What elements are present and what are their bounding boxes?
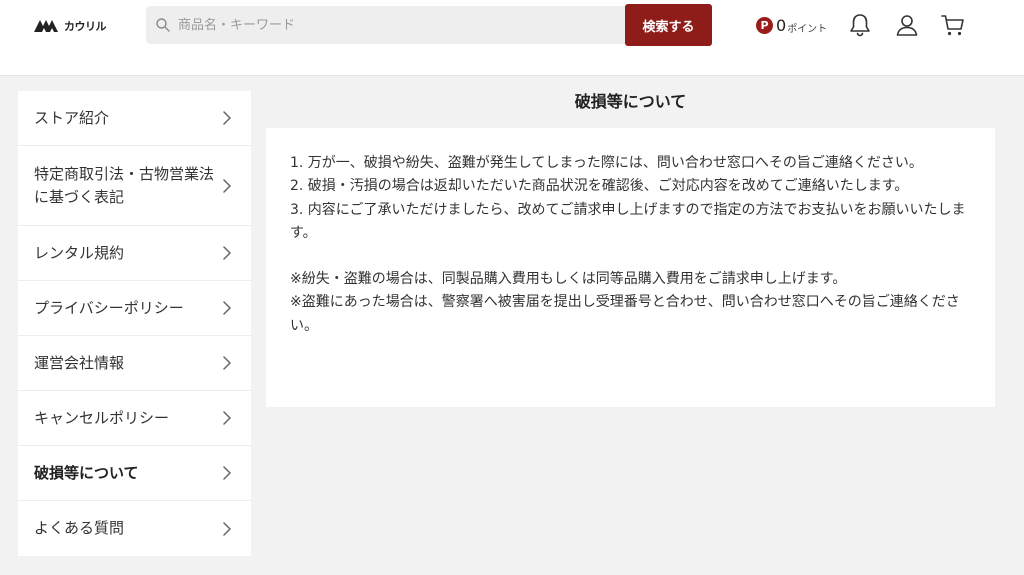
user-account-icon[interactable] xyxy=(895,12,919,38)
sidebar-item-store-intro[interactable]: ストア紹介 xyxy=(18,91,251,146)
sidebar-item-label: ストア紹介 xyxy=(34,108,110,127)
logo-text: カウリル xyxy=(64,20,107,33)
content-paragraph: 2. 破損・汚損の場合は返却いただいた商品状況を確認後、ご対応内容を改めてご連絡… xyxy=(290,178,909,195)
content-panel: 1. 万が一、破損や紛失、盗難が発生してしまった際には、問い合わせ窓口へその旨ご… xyxy=(266,128,995,407)
shopping-cart-icon[interactable] xyxy=(941,12,965,38)
chevron-right-icon xyxy=(223,356,231,370)
chevron-right-icon xyxy=(223,411,231,425)
sidebar-item-cancel-policy[interactable]: キャンセルポリシー xyxy=(18,391,251,446)
content-paragraph: 3. 内容にご了承いただけましたら、改めてご請求申し上げますので指定の方法でお支… xyxy=(290,201,966,241)
chevron-right-icon xyxy=(223,178,231,193)
chevron-right-icon xyxy=(223,111,231,125)
sidebar-item-label: キャンセルポリシー xyxy=(34,408,170,427)
chevron-right-icon xyxy=(223,521,231,536)
sidebar-nav: ストア紹介 特定商取引法・古物営業法に基づく表記 レンタル規約 プライバシーポリ… xyxy=(18,91,251,556)
sidebar-item-faq[interactable]: よくある質問 xyxy=(18,501,251,556)
content-note: ※紛失・盗難の場合は、同製品購入費用もしくは同等品購入費用をご請求申し上げます。 xyxy=(290,271,847,288)
search-icon xyxy=(156,18,170,32)
sidebar-item-label: 運営会社情報 xyxy=(34,353,125,372)
sidebar-item-privacy-policy[interactable]: プライバシーポリシー xyxy=(18,281,251,336)
sidebar-item-damage-info[interactable]: 破損等について xyxy=(18,446,251,501)
search-button[interactable]: 検索する xyxy=(625,4,712,46)
chevron-right-icon xyxy=(223,246,231,260)
site-logo[interactable]: カウリル xyxy=(34,16,107,36)
sidebar-item-label: レンタル規約 xyxy=(34,243,125,262)
points-display[interactable]: P 0 ポイント xyxy=(756,14,827,36)
chevron-right-icon xyxy=(223,466,231,480)
sidebar-item-label: プライバシーポリシー xyxy=(34,298,184,317)
notification-bell-icon[interactable] xyxy=(848,12,872,38)
page-title: 破損等について xyxy=(574,92,687,111)
content-note: ※盗難にあった場合は、警察署へ被害届を提出し受理番号と合わせ、問い合わせ窓口へそ… xyxy=(290,294,960,334)
points-badge-icon: P xyxy=(756,16,773,34)
logo-mark-icon xyxy=(34,20,58,32)
sidebar-item-legal-notice[interactable]: 特定商取引法・古物営業法に基づく表記 xyxy=(18,146,251,226)
content-paragraph: 1. 万が一、破損や紛失、盗難が発生してしまった際には、問い合わせ窓口へその旨ご… xyxy=(290,155,923,171)
sidebar-item-label: 特定商取引法・古物営業法に基づく表記 xyxy=(34,164,215,206)
sidebar-item-company-info[interactable]: 運営会社情報 xyxy=(18,336,251,391)
sidebar-item-label: よくある質問 xyxy=(34,519,125,537)
sidebar-item-rental-terms[interactable]: レンタル規約 xyxy=(18,226,251,281)
points-unit: ポイント xyxy=(787,23,828,35)
sidebar-item-label: 破損等について xyxy=(34,463,139,482)
chevron-right-icon xyxy=(223,301,231,315)
site-header: カウリル 検索する P 0 ポイント xyxy=(0,0,1024,76)
search-box xyxy=(146,6,626,44)
search-input[interactable] xyxy=(178,10,598,40)
points-value: 0 xyxy=(776,15,787,35)
